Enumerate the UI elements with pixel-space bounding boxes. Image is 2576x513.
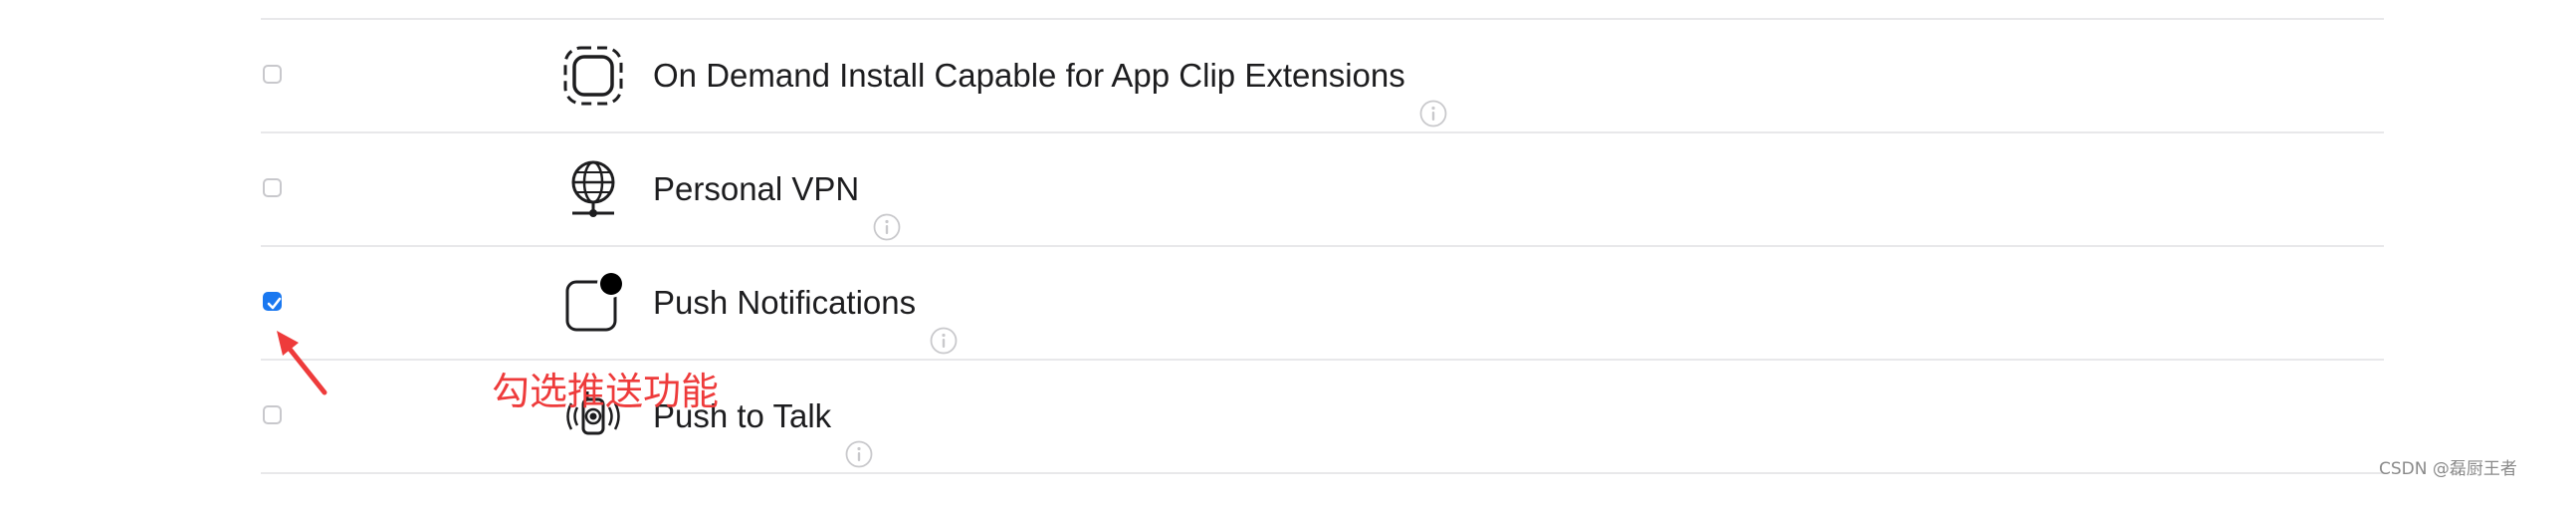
watermark: CSDN @磊厨王者 (2379, 459, 2517, 479)
capability-checkbox-push-to-talk[interactable] (263, 405, 282, 424)
capability-row-personal-vpn: Personal VPN (0, 133, 2389, 245)
capability-label: On Demand Install Capable for App Clip E… (653, 20, 1447, 131)
annotation-text: 勾选推送功能 (492, 370, 720, 413)
capability-checkbox-personal-vpn[interactable] (263, 178, 282, 197)
info-icon[interactable] (1419, 61, 1447, 128)
globe-network-icon (562, 158, 624, 220)
info-icon[interactable] (873, 174, 901, 241)
notification-badge-icon (562, 270, 625, 334)
row-divider (261, 472, 2384, 474)
capability-label: Push Notifications (653, 247, 958, 359)
annotation-arrow-icon (277, 331, 327, 395)
capability-checkbox-push-notifications[interactable] (263, 292, 282, 311)
info-icon[interactable] (845, 401, 873, 468)
info-icon[interactable] (930, 288, 958, 355)
checkmark-icon (267, 297, 282, 310)
capability-row-app-clip: On Demand Install Capable for App Clip E… (0, 20, 2389, 131)
capability-row-push-to-talk: Push to Talk (0, 361, 2389, 472)
capability-label: Personal VPN (653, 133, 901, 245)
capability-checkbox-app-clip[interactable] (263, 65, 282, 84)
app-clip-icon (562, 45, 624, 107)
capability-row-push-notifications: Push Notifications (0, 247, 2389, 359)
